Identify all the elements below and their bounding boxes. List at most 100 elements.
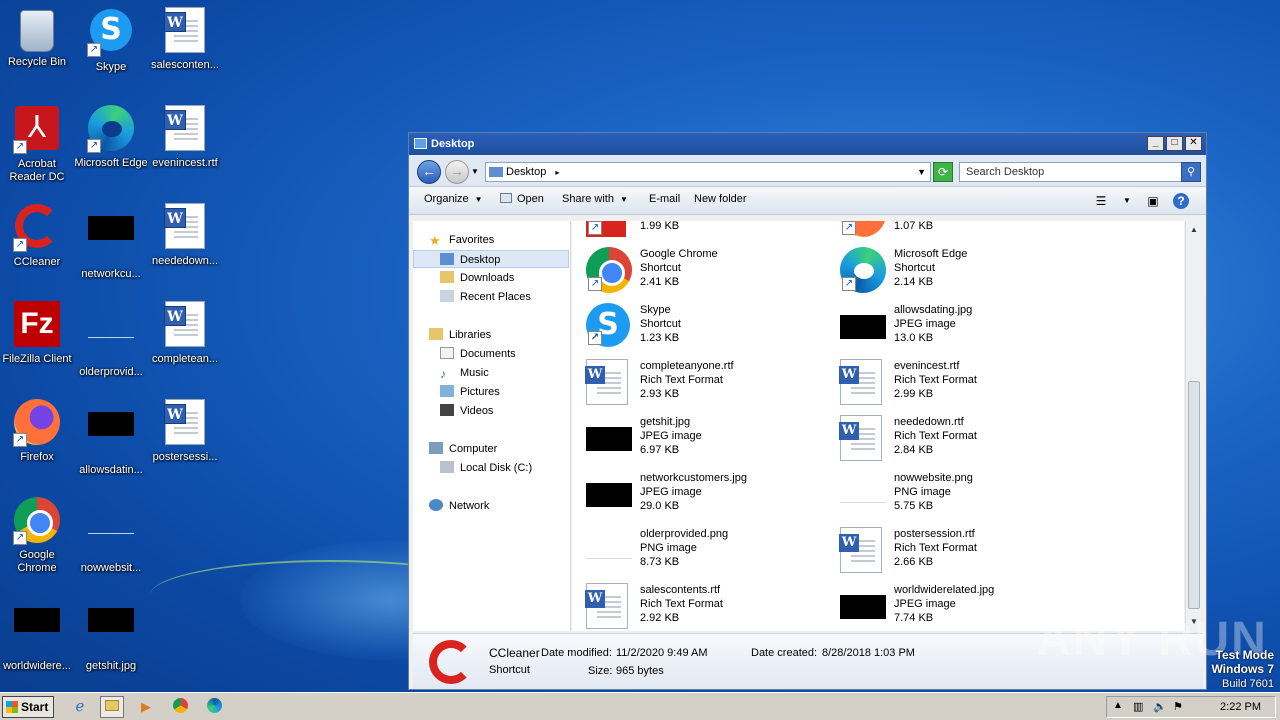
desktop-icon-postersession[interactable]: W postersessi... [148, 398, 222, 464]
desktop-icon-google-chrome[interactable]: ↗ Google Chrome [0, 496, 74, 575]
address-dropdown-icon[interactable]: ▼ [917, 163, 926, 181]
image-thumbnail-icon [840, 595, 886, 619]
desktop-icon-label: worldwidere... [3, 660, 71, 672]
list-item[interactable]: getshit.jpg JPEG image 6.97 KB [586, 413, 836, 467]
scrollbar-thumb[interactable] [1188, 381, 1200, 609]
nav-favorites[interactable]: ★ Favorites [429, 231, 494, 249]
documents-icon [440, 347, 454, 359]
organize-button[interactable]: Organize ▼ [424, 193, 483, 205]
recent-pages-dropdown[interactable]: ▼ [471, 167, 479, 176]
nav-downloads[interactable]: Downloads [440, 269, 514, 287]
list-item[interactable]: W completeanyone.rtf Rich Text Format 2.… [585, 357, 836, 411]
list-item[interactable]: networkcustomers.jpg JPEG image 29.0 KB [586, 469, 836, 523]
desktop-icon-completeanyone[interactable]: W completean... [148, 300, 222, 366]
help-icon[interactable]: ? [1173, 193, 1189, 209]
media-player-icon[interactable]: ▶ [134, 696, 158, 718]
list-item[interactable]: W postersession.rtf Rich Text Format 2.6… [839, 525, 1090, 579]
volume-icon[interactable]: 🔈 [1153, 700, 1167, 713]
open-button[interactable]: Open [500, 193, 544, 205]
desktop-icon-label: networkcu... [81, 268, 141, 280]
desktop-icon-firefox[interactable]: ↗ Firefox [0, 398, 74, 464]
list-item[interactable]: allowsdating.jpg JPEG image 13.0 KB [840, 301, 1090, 355]
desktop-icon-filezilla[interactable]: Fz FileZilla Client [0, 300, 74, 366]
share-with-button[interactable]: Share with ▼ [562, 193, 628, 205]
search-icon[interactable]: ⚲ [1181, 162, 1201, 182]
shortcut-arrow-icon: ↗ [588, 331, 602, 345]
date-modified-value: 11/2/2020 9:49 AM [616, 647, 708, 659]
navigation-pane: ★ Favorites Desktop Downloads Recent Plac… [413, 221, 571, 631]
desktop-icon-nowwebsite[interactable]: nowwebsit... [74, 496, 148, 575]
close-button[interactable]: ✕ [1185, 136, 1202, 151]
desktop-icon-microsoft-edge[interactable]: ↗ Microsoft Edge [74, 104, 148, 170]
nav-pictures[interactable]: Pictures [440, 383, 500, 401]
list-item[interactable]: ↗ 1.99 KB [586, 221, 836, 243]
start-button[interactable]: Start [2, 696, 54, 718]
explorer-window[interactable]: Desktop _ □ ✕ ← → ▼ Desktop ▸ ▼ ⟳ Search… [408, 132, 1207, 690]
explorer-taskbar-icon[interactable] [100, 696, 124, 718]
view-dropdown-icon[interactable]: ▼ [1117, 191, 1137, 211]
clock[interactable]: 2:22 PM [1220, 701, 1261, 713]
new-folder-button[interactable]: New folder [694, 193, 747, 205]
desktop-icon-allowsdating[interactable]: allowsdatin... [74, 398, 148, 477]
desktop-icon-evenincest[interactable]: W evenincest.rtf [148, 104, 222, 170]
nav-network[interactable]: Network [429, 497, 489, 515]
desktop-icon-recycle-bin[interactable]: Recycle Bin [0, 6, 74, 69]
desktop-icon-networkcustomers[interactable]: networkcu... [74, 202, 148, 281]
internet-explorer-icon[interactable]: ℯ [68, 696, 92, 718]
shortcut-arrow-icon: ↗ [842, 221, 856, 235]
nav-videos[interactable]: Videos [440, 402, 493, 420]
image-thumbnail-icon [840, 315, 886, 339]
back-button[interactable]: ← [417, 160, 441, 184]
desktop-icon-acrobat[interactable]: ⅄ ↗ Acrobat Reader DC [0, 104, 74, 184]
nav-desktop[interactable]: Desktop [413, 250, 569, 268]
change-view-icon[interactable]: ☰ [1091, 191, 1111, 211]
network-tray-icon[interactable]: ▥ [1133, 700, 1143, 713]
firefox-icon: ↗ [840, 221, 886, 237]
chrome-taskbar-icon[interactable] [168, 696, 192, 718]
forward-button[interactable]: → [445, 160, 469, 184]
scroll-up-icon[interactable]: ▲ [1188, 223, 1200, 237]
address-field[interactable]: Desktop ▸ ▼ [485, 162, 931, 182]
desktop-icon-getshit[interactable]: getshit.jpg [74, 594, 148, 673]
nav-music[interactable]: ♪ Music [440, 364, 489, 382]
maximize-button[interactable]: □ [1166, 136, 1183, 151]
window-titlebar[interactable]: Desktop _ □ ✕ [409, 133, 1206, 155]
list-item[interactable]: ↗ Microsoft Edge Shortcut 2.14 KB [840, 245, 1090, 299]
list-item[interactable]: W neededown.rtf Rich Text Format 2.84 KB [839, 413, 1090, 467]
minimize-button[interactable]: _ [1147, 136, 1164, 151]
nav-documents[interactable]: Documents [440, 345, 516, 363]
file-list: ↗ 1.99 KB ↗ 1.07 KB ↗ Google Chrome Shor… [572, 221, 1184, 631]
nav-local-disk[interactable]: Local Disk (C:) [440, 459, 532, 477]
desktop-icon-skype[interactable]: S ↗ Skype [74, 6, 148, 74]
size-label: Size: [588, 665, 613, 677]
desktop-icon-olderprovided[interactable]: olderprovid... [74, 300, 148, 379]
nav-computer[interactable]: Computer [429, 440, 497, 458]
desktop-icon-neededown[interactable]: W neededown... [148, 202, 222, 268]
list-item[interactable]: W salescontents.rtf Rich Text Format 2.9… [585, 581, 836, 631]
list-item[interactable]: S ↗ Skype Shortcut 1.23 KB [586, 301, 836, 355]
nav-libraries[interactable]: Libraries [429, 326, 491, 344]
list-item[interactable]: ↗ Google Chrome Shortcut 2.41 KB [586, 245, 836, 299]
list-item[interactable]: nowwebsite.png PNG image 5.75 KB [840, 469, 1090, 523]
email-button[interactable]: E-mail [649, 193, 680, 205]
vertical-scrollbar[interactable]: ▲ ▼ [1185, 221, 1202, 631]
nav-recent-places[interactable]: Recent Places [440, 288, 531, 306]
search-input[interactable]: Search Desktop ⚲ [959, 162, 1201, 182]
edge-taskbar-icon[interactable] [202, 696, 226, 718]
desktop-icon-salescontents[interactable]: W salesconten... [148, 6, 222, 72]
list-item[interactable]: olderprovided.png PNG image 8.73 KB [586, 525, 836, 579]
list-item[interactable]: W evenincest.rtf Rich Text Format 2.99 K… [839, 357, 1090, 411]
skype-icon: S ↗ [586, 303, 630, 347]
desktop-icon-ccleaner[interactable]: ↗ CCleaner [0, 202, 74, 269]
desktop-icon-label: allowsdatin... [79, 464, 143, 476]
show-hidden-icons-icon[interactable]: ▲ [1113, 700, 1123, 711]
shortcut-arrow-icon: ↗ [588, 277, 602, 291]
preview-pane-icon[interactable]: ▣ [1143, 191, 1163, 211]
action-center-flag-icon[interactable]: ⚑ [1173, 700, 1183, 713]
refresh-button[interactable]: ⟳ [933, 162, 953, 182]
list-item[interactable]: ↗ 1.07 KB [840, 221, 1090, 243]
address-bar-row: ← → ▼ Desktop ▸ ▼ ⟳ Search Desktop ⚲ [409, 155, 1206, 187]
breadcrumb-chevron-icon[interactable]: ▸ [555, 168, 559, 177]
ccleaner-icon [429, 640, 473, 684]
desktop-icon-worldwiderelated[interactable]: worldwidere... [0, 594, 74, 673]
